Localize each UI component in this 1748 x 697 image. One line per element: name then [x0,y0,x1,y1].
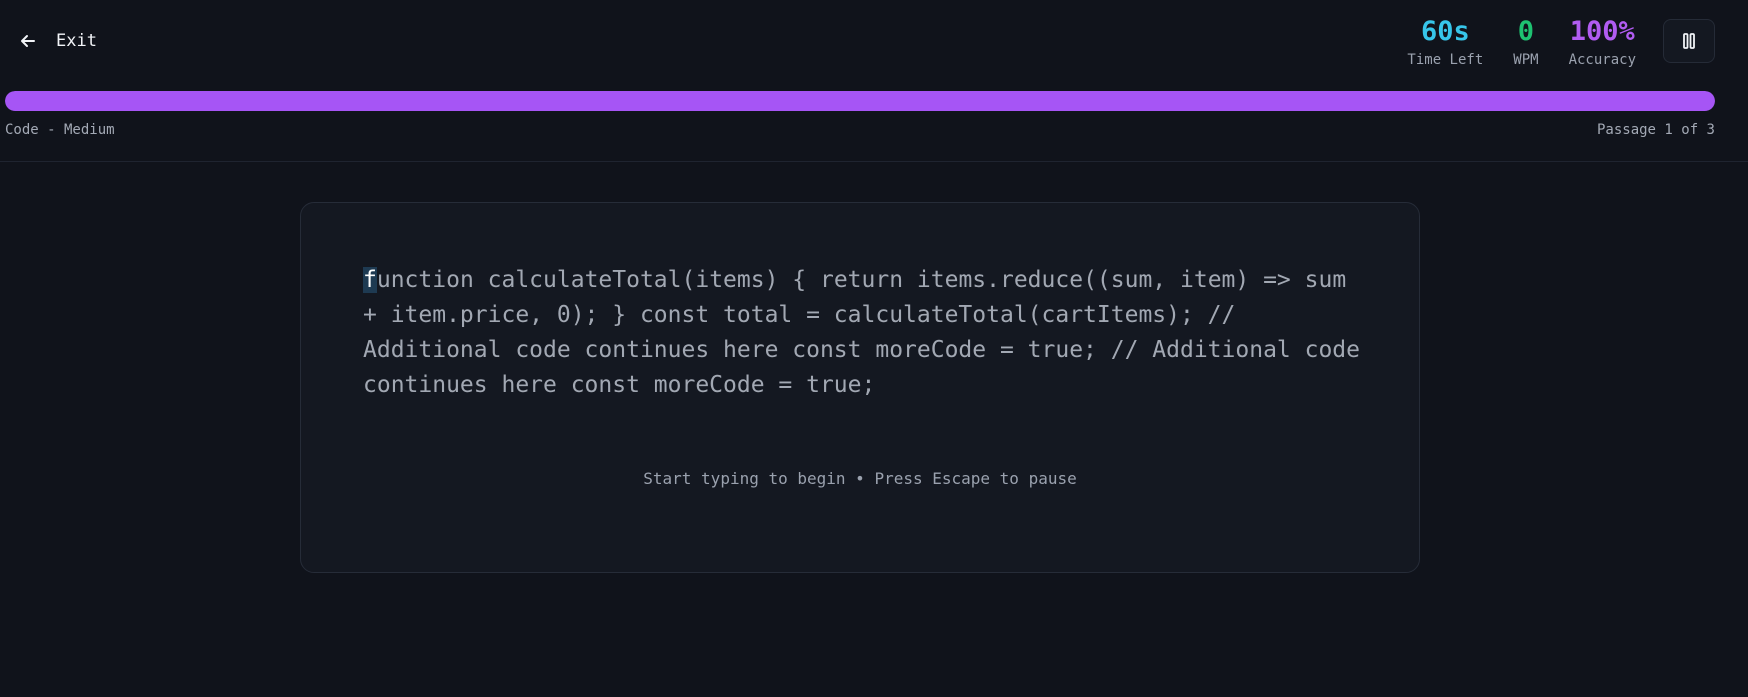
time-left-value: 60s [1420,16,1470,47]
remaining-text: unction calculateTotal(items) { return i… [363,267,1360,398]
pause-button[interactable] [1663,19,1715,63]
arrow-left-icon [21,35,35,47]
typing-card[interactable]: function calculateTotal(items) { return … [300,202,1420,573]
passage-text[interactable]: function calculateTotal(items) { return … [363,263,1363,403]
exit-button[interactable]: Exit [18,26,97,56]
mode-label: Code - Medium [5,122,115,138]
instructions-hint: Start typing to begin • Press Escape to … [643,469,1077,488]
time-left-label: Time Left [1407,52,1484,68]
accuracy-stat: 100% Accuracy [1569,14,1636,68]
wpm-label: WPM [1513,52,1539,68]
progress-bar [5,91,1715,111]
stats-panel: 60s Time Left 0 WPM 100% Accuracy [1407,14,1636,68]
wpm-stat: 0 WPM [1513,14,1538,68]
accuracy-value: 100% [1569,16,1635,47]
pause-icon [1683,33,1695,49]
passage-counter: Passage 1 of 3 [1596,122,1715,138]
time-left-stat: 60s Time Left [1407,14,1483,68]
current-character: f [363,267,377,293]
accuracy-label: Accuracy [1568,52,1636,68]
exit-label: Exit [56,31,97,51]
top-bar: Exit 60s Time Left 0 WPM 100% Accuracy C… [0,0,1748,162]
progress-bar-fill [5,91,1715,111]
wpm-value: 0 [1517,16,1535,47]
